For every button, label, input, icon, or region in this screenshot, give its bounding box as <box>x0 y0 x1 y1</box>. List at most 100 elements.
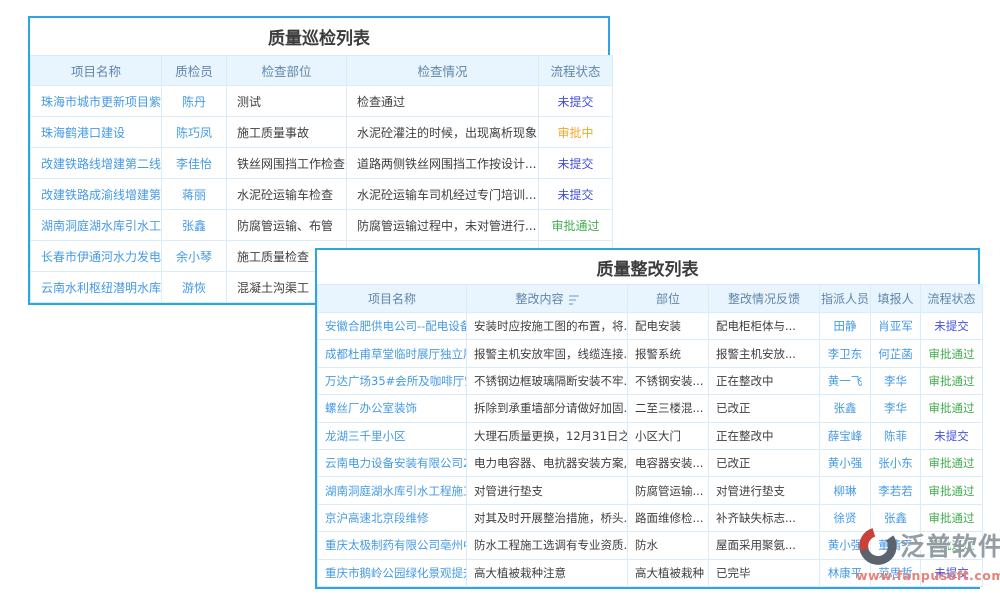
inspector-name-link[interactable]: 蒋丽 <box>162 179 227 210</box>
assignee-name-link[interactable]: 柳琳 <box>820 477 871 504</box>
workflow-status-badge: 未提交 <box>921 422 983 449</box>
rectification-content-cell: 安装时应按施工图的布置，将... <box>467 313 628 340</box>
col-header-content-label: 整改内容 <box>515 292 563 306</box>
part-cell: 不锈钢安装... <box>628 367 709 394</box>
inspection-header-row: 项目名称 质检员 检查部位 检查情况 流程状态 <box>31 56 613 86</box>
part-cell: 电容器安装... <box>628 449 709 476</box>
inspector-name-link[interactable]: 游恢 <box>162 272 227 303</box>
assignee-name-link[interactable]: 黄一飞 <box>820 367 871 394</box>
feedback-cell: 对管进行垫支 <box>709 477 820 504</box>
table-row: 湖南洞庭湖水库引水工程施工标对管进行垫支防腐管运输...对管进行垫支柳琳李若若审… <box>318 477 983 504</box>
filler-name-link[interactable]: 肖亚军 <box>871 313 921 340</box>
inspection-table-title: 质量巡检列表 <box>30 18 608 55</box>
col-header-status: 流程状态 <box>539 56 613 86</box>
filler-name-link[interactable]: 李若若 <box>871 477 921 504</box>
inspector-name-link[interactable]: 陈丹 <box>162 86 227 117</box>
table-row: 成都杜甫草堂临时展厅独立展...报警主机安放牢固，线缆连接...报警系统报警主机… <box>318 340 983 367</box>
project-name-link[interactable]: 万达广场35#会所及咖啡厅空... <box>318 367 467 394</box>
feedback-cell: 屋面采用聚氨... <box>709 532 820 559</box>
inspection-situation-cell: 道路两侧铁丝网围挡工作按设计... <box>347 148 539 179</box>
inspection-part-cell: 铁丝网围挡工作检查 <box>227 148 347 179</box>
sort-icon[interactable] <box>569 293 579 307</box>
col-header-part: 部位 <box>628 285 709 313</box>
table-row: 螺丝厂办公室装饰拆除到承重墙部分请做好加固...二至三楼混...已改正张鑫李华审… <box>318 395 983 422</box>
workflow-status-badge: 审批通过 <box>921 367 983 394</box>
assignee-name-link[interactable]: 李卫东 <box>820 340 871 367</box>
table-row: 安徽合肥供电公司--配电设备...安装时应按施工图的布置，将...配电安装配电柜… <box>318 313 983 340</box>
table-row: 改建铁路线增建第二线...李佳怡铁丝网围挡工作检查道路两侧铁丝网围挡工作按设计.… <box>31 148 613 179</box>
workflow-status-badge: 审批通过 <box>921 395 983 422</box>
feedback-cell: 报警主机安放... <box>709 340 820 367</box>
col-header-part: 检查部位 <box>227 56 347 86</box>
filler-name-link[interactable]: 张小东 <box>871 449 921 476</box>
filler-name-link[interactable]: 李华 <box>871 367 921 394</box>
filler-name-link[interactable]: 何芷菡 <box>871 340 921 367</box>
part-cell: 小区大门 <box>628 422 709 449</box>
part-cell: 高大植被栽种 <box>628 559 709 586</box>
inspection-part-cell: 防腐管运输、布管 <box>227 210 347 241</box>
feedback-cell: 已完毕 <box>709 559 820 586</box>
part-cell: 配电安装 <box>628 313 709 340</box>
table-row: 珠海鹤港口建设陈巧凤施工质量事故水泥砼灌注的时候，出现离析现象审批中 <box>31 117 613 148</box>
project-name-link[interactable]: 长春市伊通河水力发电... <box>31 241 162 272</box>
workflow-status-badge: 未提交 <box>539 86 613 117</box>
part-cell: 报警系统 <box>628 340 709 367</box>
col-header-content: 整改内容 <box>467 285 628 313</box>
rectification-content-cell: 防水工程施工选调有专业资质... <box>467 532 628 559</box>
workflow-status-badge: 未提交 <box>921 313 983 340</box>
fanpu-logo-icon <box>856 523 900 567</box>
table-row: 云南电力设备安装有限公司20...电力电容器、电抗器安装方案,...电容器安装.… <box>318 449 983 476</box>
part-cell: 路面维修检... <box>628 504 709 531</box>
assignee-name-link[interactable]: 张鑫 <box>820 395 871 422</box>
assignee-name-link[interactable]: 黄小强 <box>820 449 871 476</box>
workflow-status-badge: 审批通过 <box>921 449 983 476</box>
assignee-name-link[interactable]: 薛宝峰 <box>820 422 871 449</box>
table-row: 珠海市城市更新项目紫...陈丹测试检查通过未提交 <box>31 86 613 117</box>
watermark-brand-text: 泛普软件 <box>900 527 1000 563</box>
table-row: 湖南洞庭湖水库引水工...张鑫防腐管运输、布管防腐管运输过程中，未对管进行...… <box>31 210 613 241</box>
inspection-part-cell: 施工质量事故 <box>227 117 347 148</box>
col-header-status: 流程状态 <box>921 285 983 313</box>
project-name-link[interactable]: 云南电力设备安装有限公司20... <box>318 449 467 476</box>
project-name-link[interactable]: 重庆太极制药有限公司亳州中... <box>318 532 467 559</box>
filler-name-link[interactable]: 李华 <box>871 395 921 422</box>
workflow-status-badge: 审批通过 <box>539 210 613 241</box>
watermark: 泛普软件 www.fanpusoft.com <box>856 523 998 583</box>
inspector-name-link[interactable]: 李佳怡 <box>162 148 227 179</box>
project-name-link[interactable]: 京沪高速北京段维修 <box>318 504 467 531</box>
rectification-content-cell: 高大植被栽种注意 <box>467 559 628 586</box>
project-name-link[interactable]: 珠海市城市更新项目紫... <box>31 86 162 117</box>
project-name-link[interactable]: 改建铁路成渝线增建第... <box>31 179 162 210</box>
rectification-content-cell: 不锈钢边框玻璃隔断安装不牢... <box>467 367 628 394</box>
project-name-link[interactable]: 螺丝厂办公室装饰 <box>318 395 467 422</box>
inspector-name-link[interactable]: 陈巧凤 <box>162 117 227 148</box>
assignee-name-link[interactable]: 田静 <box>820 313 871 340</box>
feedback-cell: 正在整改中 <box>709 422 820 449</box>
filler-name-link[interactable]: 陈菲 <box>871 422 921 449</box>
workflow-status-badge: 未提交 <box>539 179 613 210</box>
project-name-link[interactable]: 改建铁路线增建第二线... <box>31 148 162 179</box>
inspection-situation-cell: 防腐管运输过程中，未对管进行... <box>347 210 539 241</box>
project-name-link[interactable]: 湖南洞庭湖水库引水工... <box>31 210 162 241</box>
col-header-feedback: 整改情况反馈 <box>709 285 820 313</box>
inspector-name-link[interactable]: 余小琴 <box>162 241 227 272</box>
rectification-content-cell: 大理石质量更换，12月31日之... <box>467 422 628 449</box>
watermark-url-text: www.fanpusoft.com <box>856 568 998 583</box>
project-name-link[interactable]: 湖南洞庭湖水库引水工程施工标 <box>318 477 467 504</box>
project-name-link[interactable]: 云南水利枢纽潜明水库... <box>31 272 162 303</box>
rectification-content-cell: 对管进行垫支 <box>467 477 628 504</box>
rectification-content-cell: 拆除到承重墙部分请做好加固... <box>467 395 628 422</box>
inspector-name-link[interactable]: 张鑫 <box>162 210 227 241</box>
project-name-link[interactable]: 重庆市鹅岭公园绿化景观提升... <box>318 559 467 586</box>
table-row: 龙湖三千里小区大理石质量更换，12月31日之...小区大门正在整改中薛宝峰陈菲未… <box>318 422 983 449</box>
feedback-cell: 配电柜柜体与... <box>709 313 820 340</box>
col-header-project: 项目名称 <box>31 56 162 86</box>
col-header-project: 项目名称 <box>318 285 467 313</box>
project-name-link[interactable]: 成都杜甫草堂临时展厅独立展... <box>318 340 467 367</box>
project-name-link[interactable]: 安徽合肥供电公司--配电设备... <box>318 313 467 340</box>
col-header-situation: 检查情况 <box>347 56 539 86</box>
project-name-link[interactable]: 龙湖三千里小区 <box>318 422 467 449</box>
project-name-link[interactable]: 珠海鹤港口建设 <box>31 117 162 148</box>
inspection-situation-cell: 检查通过 <box>347 86 539 117</box>
rectification-content-cell: 报警主机安放牢固，线缆连接... <box>467 340 628 367</box>
